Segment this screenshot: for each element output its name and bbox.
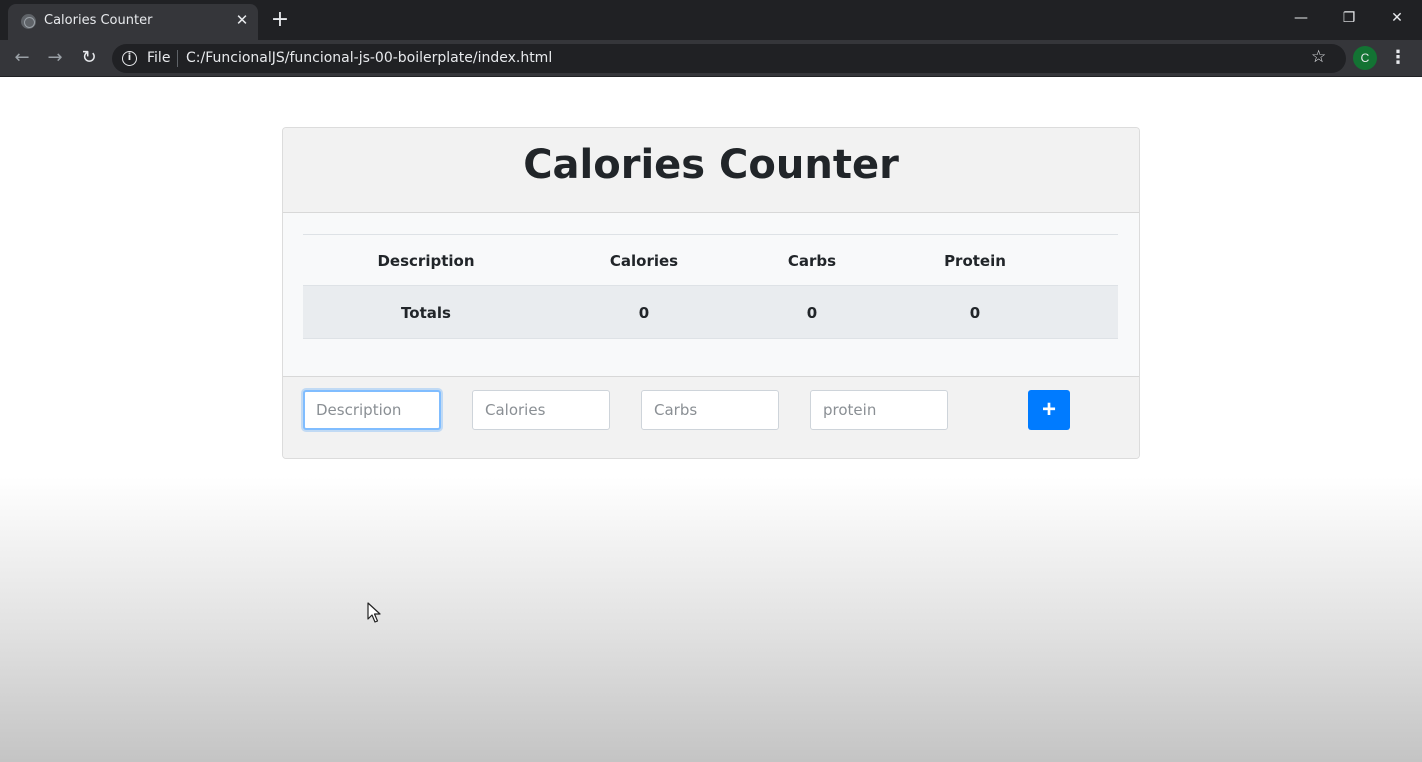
description-input[interactable] (303, 390, 441, 430)
back-icon[interactable]: ← (9, 45, 35, 71)
scheme-label: File (147, 50, 171, 66)
totals-row: Totals 0 0 0 (303, 286, 1118, 339)
globe-icon (21, 14, 36, 29)
totals-carbs: 0 (806, 304, 818, 322)
browser-tab[interactable]: Calories Counter ✕ (8, 4, 258, 40)
profile-avatar[interactable]: C (1353, 46, 1377, 70)
protein-input[interactable] (810, 390, 948, 430)
column-header-calories: Calories (609, 252, 679, 270)
totals-calories: 0 (638, 304, 650, 322)
url-text[interactable]: C:/FuncionalJS/funcional-js-00-boilerpla… (186, 50, 552, 66)
calories-input[interactable] (472, 390, 610, 430)
omnibox-divider (177, 50, 178, 67)
browser-toolbar: ← → ↻ i File C:/FuncionalJS/funcional-js… (0, 40, 1422, 77)
card-header: Calories Counter (283, 128, 1139, 213)
add-entry-button[interactable]: + (1028, 390, 1070, 430)
reload-icon[interactable]: ↻ (76, 45, 102, 71)
close-tab-icon[interactable]: ✕ (232, 10, 252, 30)
info-icon[interactable]: i (122, 51, 137, 66)
column-header-carbs: Carbs (787, 252, 837, 270)
page-title: Calories Counter (523, 142, 899, 188)
bookmark-star-icon[interactable]: ☆ (1311, 47, 1326, 67)
restore-button[interactable]: ❐ (1334, 6, 1364, 30)
totals-protein: 0 (969, 304, 981, 322)
page-viewport: Calories Counter Description Calories Ca… (0, 77, 1422, 762)
column-header-protein: Protein (944, 252, 1006, 270)
column-header-description: Description (377, 252, 475, 270)
browser-menu-icon[interactable]: ⋮ (1388, 45, 1408, 71)
mouse-cursor-icon (367, 602, 381, 623)
new-tab-button[interactable]: + (268, 8, 292, 32)
calories-card: Calories Counter Description Calories Ca… (282, 127, 1140, 459)
address-bar[interactable]: i File C:/FuncionalJS/funcional-js-00-bo… (112, 44, 1346, 73)
close-window-button[interactable]: ✕ (1382, 6, 1412, 30)
table-header-row: Description Calories Carbs Protein (303, 234, 1118, 286)
minimize-button[interactable]: — (1286, 6, 1316, 30)
tab-title: Calories Counter (44, 13, 153, 28)
totals-label: Totals (401, 304, 451, 322)
entry-form: + (283, 376, 1139, 458)
forward-icon[interactable]: → (42, 45, 68, 71)
carbs-input[interactable] (641, 390, 779, 430)
browser-titlebar: Calories Counter ✕ + — ❐ ✕ (0, 0, 1422, 40)
